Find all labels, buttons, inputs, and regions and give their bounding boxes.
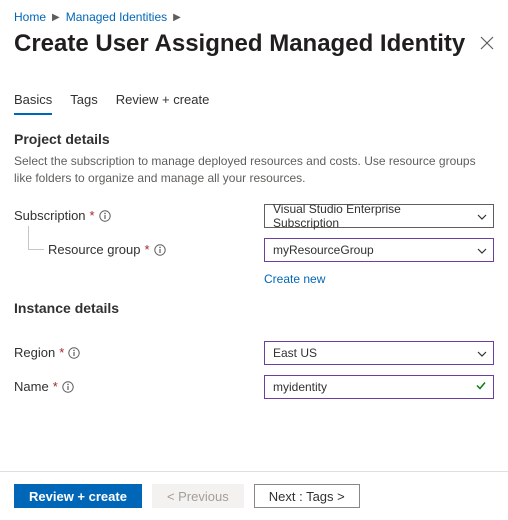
resource-group-label: Resource group * xyxy=(14,242,264,257)
name-row: Name * myidentity xyxy=(14,374,494,400)
resource-group-label-text: Resource group xyxy=(48,242,141,257)
region-dropdown[interactable]: East US xyxy=(264,341,494,365)
indent-line xyxy=(28,226,44,250)
breadcrumb-home[interactable]: Home xyxy=(14,10,46,24)
name-input[interactable]: myidentity xyxy=(264,375,494,399)
create-new-link[interactable]: Create new xyxy=(264,272,325,286)
previous-button: < Previous xyxy=(152,484,244,508)
tab-tags[interactable]: Tags xyxy=(70,86,97,115)
region-row: Region * East US xyxy=(14,340,494,366)
tab-basics[interactable]: Basics xyxy=(14,86,52,115)
info-icon[interactable] xyxy=(62,381,74,393)
name-value: myidentity xyxy=(273,380,327,394)
subscription-row: Subscription * Visual Studio Enterprise … xyxy=(14,203,494,229)
required-marker: * xyxy=(145,242,150,257)
footer: Review + create < Previous Next : Tags > xyxy=(0,471,508,520)
tab-review-create[interactable]: Review + create xyxy=(116,86,210,115)
review-create-button[interactable]: Review + create xyxy=(14,484,142,508)
name-label: Name * xyxy=(14,379,264,394)
chevron-down-icon xyxy=(477,209,487,223)
chevron-right-icon: ▶ xyxy=(52,12,60,23)
region-label-text: Region xyxy=(14,345,55,360)
region-label: Region * xyxy=(14,345,264,360)
info-icon[interactable] xyxy=(154,244,166,256)
page-title: Create User Assigned Managed Identity xyxy=(14,30,465,58)
close-icon[interactable] xyxy=(480,36,494,53)
tabs: Basics Tags Review + create xyxy=(14,86,494,115)
checkmark-icon xyxy=(475,379,487,394)
resource-group-value: myResourceGroup xyxy=(273,243,374,257)
title-row: Create User Assigned Managed Identity xyxy=(14,30,494,58)
breadcrumb-managed-identities[interactable]: Managed Identities xyxy=(66,10,167,24)
region-value: East US xyxy=(273,346,317,360)
required-marker: * xyxy=(59,345,64,360)
resource-group-dropdown[interactable]: myResourceGroup xyxy=(264,238,494,262)
next-button[interactable]: Next : Tags > xyxy=(254,484,360,508)
resource-group-row: Resource group * myResourceGroup xyxy=(14,237,494,263)
instance-details-heading: Instance details xyxy=(14,300,494,316)
chevron-right-icon: ▶ xyxy=(173,12,181,23)
subscription-label: Subscription * xyxy=(14,208,264,223)
subscription-dropdown[interactable]: Visual Studio Enterprise Subscription xyxy=(264,204,494,228)
info-icon[interactable] xyxy=(99,210,111,222)
required-marker: * xyxy=(53,379,58,394)
chevron-down-icon xyxy=(477,243,487,257)
name-label-text: Name xyxy=(14,379,49,394)
chevron-down-icon xyxy=(477,346,487,360)
required-marker: * xyxy=(90,208,95,223)
subscription-value: Visual Studio Enterprise Subscription xyxy=(273,202,469,230)
breadcrumb: Home ▶ Managed Identities ▶ xyxy=(14,10,494,24)
project-details-description: Select the subscription to manage deploy… xyxy=(14,153,494,187)
info-icon[interactable] xyxy=(68,347,80,359)
project-details-heading: Project details xyxy=(14,131,494,147)
subscription-label-text: Subscription xyxy=(14,208,86,223)
create-new-row: Create new xyxy=(264,271,494,286)
